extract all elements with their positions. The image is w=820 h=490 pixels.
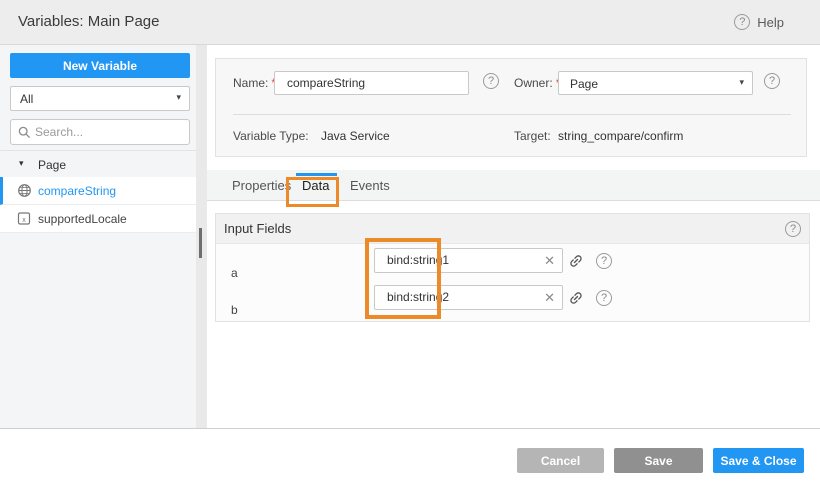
dialog-footer: Cancel Save Save & Close: [0, 430, 820, 490]
target-label: Target:: [514, 129, 551, 143]
tree-item-label: compareString: [38, 184, 116, 198]
scrollbar-thumb[interactable]: [199, 228, 202, 258]
owner-label: Owner:*: [514, 76, 560, 90]
cancel-button[interactable]: Cancel: [517, 448, 604, 473]
chevron-down-icon: ▾: [739, 77, 744, 88]
save-and-close-button[interactable]: Save & Close: [713, 448, 804, 473]
name-field[interactable]: [274, 71, 469, 95]
clear-icon[interactable]: ✕: [544, 253, 555, 269]
workspace: New Variable All ▾ ▾ Page: [0, 45, 820, 429]
sidebar-scrollbar[interactable]: [196, 45, 207, 428]
variable-filter-value: All: [20, 92, 33, 106]
field-a-binding[interactable]: ✕: [374, 248, 563, 273]
search-input[interactable]: [35, 121, 185, 143]
input-fields-help-icon[interactable]: ?: [785, 221, 801, 237]
new-variable-button[interactable]: New Variable: [10, 53, 190, 78]
tree-item-comparestring[interactable]: compareString: [0, 177, 196, 205]
tree-item-label: supportedLocale: [38, 212, 127, 226]
variables-sidebar: New Variable All ▾ ▾ Page: [0, 45, 196, 428]
field-a-input[interactable]: [387, 250, 537, 270]
help-link[interactable]: ? Help: [734, 14, 784, 30]
variables-dialog: Variables: Main Page ? Help New Variable…: [0, 0, 820, 490]
variables-tree: ▾ Page compareString: [0, 150, 196, 233]
variable-type-value: Java Service: [321, 129, 390, 143]
field-b-binding[interactable]: ✕: [374, 285, 563, 310]
tree-expand-icon[interactable]: ▾: [19, 158, 24, 169]
bind-link-icon[interactable]: [568, 290, 584, 311]
variable-editor: Name:* ? Owner:* Page ▾ ? Variable Type:…: [207, 45, 820, 428]
help-question-icon: ?: [734, 14, 750, 30]
tree-group-label: Page: [38, 158, 66, 172]
variable-summary-panel: Name:* ? Owner:* Page ▾ ? Variable Type:…: [215, 58, 807, 157]
summary-divider: [233, 114, 791, 115]
variable-type-label: Variable Type:: [233, 129, 309, 143]
tree-item-supportedlocale[interactable]: x supportedLocale: [0, 205, 196, 233]
help-label: Help: [757, 15, 784, 30]
field-a-label: a: [231, 266, 238, 280]
java-service-globe-icon: [17, 183, 32, 201]
tree-group-page[interactable]: ▾ Page: [0, 150, 196, 177]
tab-events[interactable]: Events: [350, 170, 390, 201]
page-title: Variables: Main Page: [18, 13, 159, 30]
target-value: string_compare/confirm: [558, 129, 683, 143]
field-b-help-icon[interactable]: ?: [596, 290, 612, 306]
dialog-header: Variables: Main Page ? Help: [0, 0, 820, 45]
field-a-help-icon[interactable]: ?: [596, 253, 612, 269]
field-b-label: b: [231, 303, 238, 317]
save-button[interactable]: Save: [614, 448, 703, 473]
bind-link-icon[interactable]: [568, 253, 584, 274]
chevron-down-icon: ▾: [176, 92, 181, 103]
tab-data[interactable]: Data: [302, 170, 329, 201]
search-icon: [18, 126, 31, 139]
field-b-input[interactable]: [387, 287, 537, 307]
tab-properties[interactable]: Properties: [232, 170, 291, 201]
input-fields-title: Input Fields: [224, 221, 291, 236]
input-fields-panel: Input Fields ? a ✕ ? b: [215, 213, 810, 322]
owner-value: Page: [570, 77, 598, 91]
svg-text:x: x: [22, 217, 26, 224]
owner-help-icon[interactable]: ?: [764, 73, 780, 89]
editor-tabbar: Properties Data Events: [207, 170, 820, 201]
name-input[interactable]: [287, 73, 437, 93]
variable-document-icon: x: [17, 211, 31, 229]
name-label: Name:*: [233, 76, 276, 90]
name-help-icon[interactable]: ?: [483, 73, 499, 89]
variable-search[interactable]: [10, 119, 190, 145]
clear-icon[interactable]: ✕: [544, 290, 555, 306]
input-fields-header: Input Fields ?: [216, 214, 809, 244]
variable-filter-dropdown[interactable]: All ▾: [10, 86, 190, 111]
owner-dropdown[interactable]: Page ▾: [558, 71, 753, 95]
